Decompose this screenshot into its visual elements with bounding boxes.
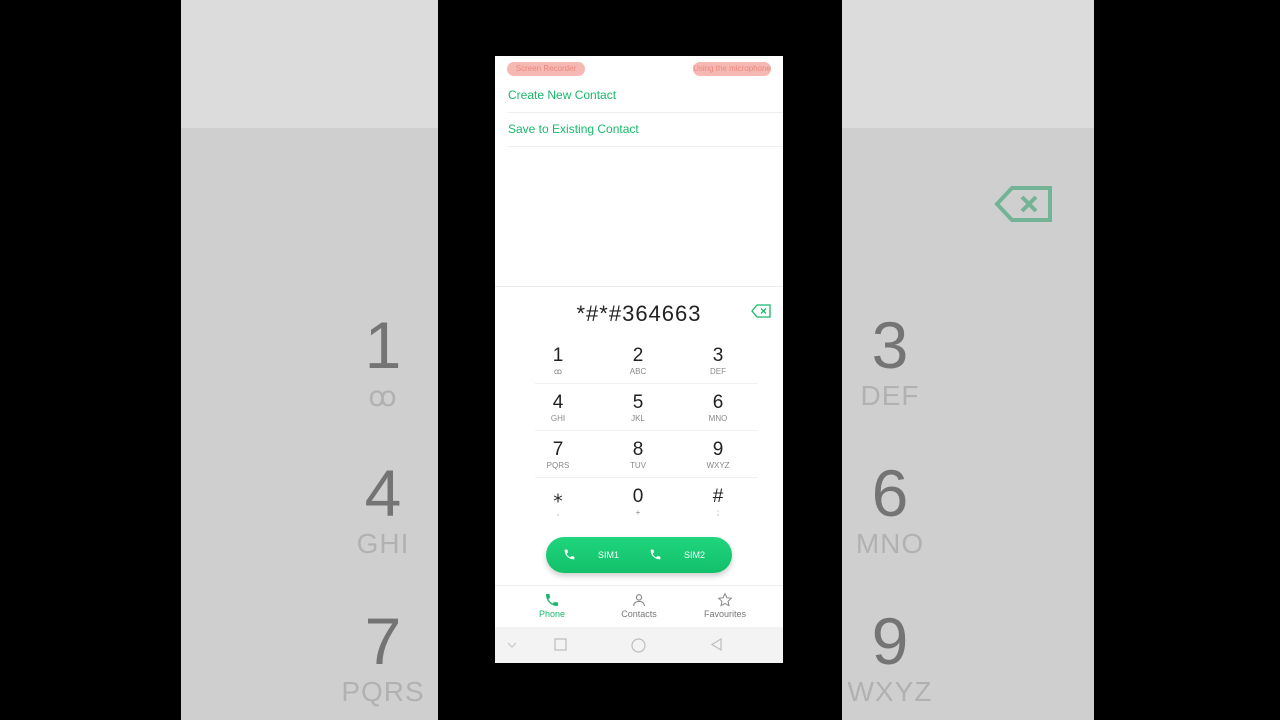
key-letters: WXYZ [706,461,730,470]
key-letters: JKL [631,414,645,423]
back-icon[interactable] [710,638,723,651]
sim2-label[interactable]: SIM2 [684,537,705,573]
background-top-strip [181,0,438,128]
phone-icon [546,594,558,606]
key-hash[interactable]: # ; [688,486,748,518]
sim1-label[interactable]: SIM1 [598,537,619,573]
background-key-9: 9 WXYZ [842,606,970,708]
key-letters: TUV [630,461,646,470]
contacts-icon [633,594,645,607]
row-divider [535,383,758,384]
key-digit: ⁎ [553,486,563,507]
key-letters: , [556,508,560,517]
background-key-digit: 3 [871,308,909,382]
key-letters: + [635,508,641,517]
background-key-digit: 4 [364,456,402,530]
key-6[interactable]: 6 MNO [688,392,748,424]
background-key-letters: ꝏ [368,381,398,412]
row-divider [535,477,758,478]
background-key-digit: 6 [871,456,909,530]
key-digit: 8 [632,439,644,460]
key-letters: DEF [710,367,726,376]
key-letters: ꝏ [553,367,563,376]
background-left-panel: 1 ꝏ 4 GHI 7 PQRS [181,0,438,720]
home-icon[interactable] [631,638,646,653]
key-digit: 1 [552,345,564,366]
status-bar: Screen Recorder Using the microphone [495,62,783,78]
dialed-number: *#*#364663 [576,301,702,326]
background-key-digit: 9 [871,604,909,678]
key-letters: ABC [629,367,647,376]
key-digit: 5 [632,392,644,413]
background-key-letters: MNO [855,528,925,559]
key-1[interactable]: 1 ꝏ [528,345,588,377]
background-top-strip [842,0,1094,128]
tab-favourites-label: Favourites [703,609,747,619]
sim2-phone-icon [650,549,661,560]
row-divider [535,430,758,431]
chevron-down-icon[interactable] [507,641,517,649]
divider [508,146,783,147]
divider [508,112,783,113]
background-key-3: 3 DEF [842,310,970,412]
recents-icon[interactable] [554,638,567,651]
background-key-letters: GHI [356,528,410,559]
phone-screen: Screen Recorder Using the microphone Cre… [495,56,783,663]
key-letters: ; [716,508,720,517]
backspace-icon[interactable] [751,304,771,318]
key-digit: 0 [632,486,644,507]
tab-favourites[interactable]: Favourites [695,592,755,619]
background-key-letters: PQRS [341,676,425,707]
key-star[interactable]: ⁎ , [528,486,588,518]
tab-phone[interactable]: Phone [522,592,582,619]
key-digit: # [712,486,724,507]
save-existing-contact-option[interactable]: Save to Existing Contact [508,122,639,136]
key-4[interactable]: 4 GHI [528,392,588,424]
key-digit: 7 [552,439,564,460]
background-key-1: 1 ꝏ [303,310,438,413]
key-8[interactable]: 8 TUV [608,439,668,471]
key-9[interactable]: 9 WXYZ [688,439,748,471]
background-backspace-icon [994,186,1052,222]
key-digit: 2 [632,345,644,366]
key-letters: GHI [550,414,566,423]
key-letters: PQRS [546,461,570,470]
key-letters: MNO [708,414,728,423]
key-digit: 9 [712,439,724,460]
background-key-digit: 1 [364,308,402,382]
background-key-digit: 7 [364,604,402,678]
key-3[interactable]: 3 DEF [688,345,748,377]
bottom-tab-bar: Phone Contacts Favourites [495,585,783,628]
microphone-pill[interactable]: Using the microphone [693,62,771,76]
key-7[interactable]: 7 PQRS [528,439,588,471]
background-key-6: 6 MNO [842,458,970,560]
key-2[interactable]: 2 ABC [608,345,668,377]
dual-sim-call-button[interactable]: SIM1 SIM2 [546,537,732,573]
background-key-4: 4 GHI [303,458,438,560]
key-0[interactable]: 0 + [608,486,668,518]
key-digit: 6 [712,392,724,413]
sim1-phone-icon [564,549,575,560]
system-navigation-bar [495,627,783,663]
key-digit: 3 [712,345,724,366]
key-digit: 4 [552,392,564,413]
star-icon [717,592,733,607]
key-5[interactable]: 5 JKL [608,392,668,424]
background-key-7: 7 PQRS [303,606,438,708]
background-key-letters: WXYZ [847,676,933,707]
background-key-letters: DEF [860,380,920,411]
tab-contacts[interactable]: Contacts [609,592,669,619]
background-right-panel: 3 DEF 6 MNO 9 WXYZ [842,0,1094,720]
tab-contacts-label: Contacts [621,609,657,619]
tab-phone-label: Phone [538,609,566,619]
create-new-contact-option[interactable]: Create New Contact [508,88,616,102]
screen-recorder-pill[interactable]: Screen Recorder [507,62,585,76]
